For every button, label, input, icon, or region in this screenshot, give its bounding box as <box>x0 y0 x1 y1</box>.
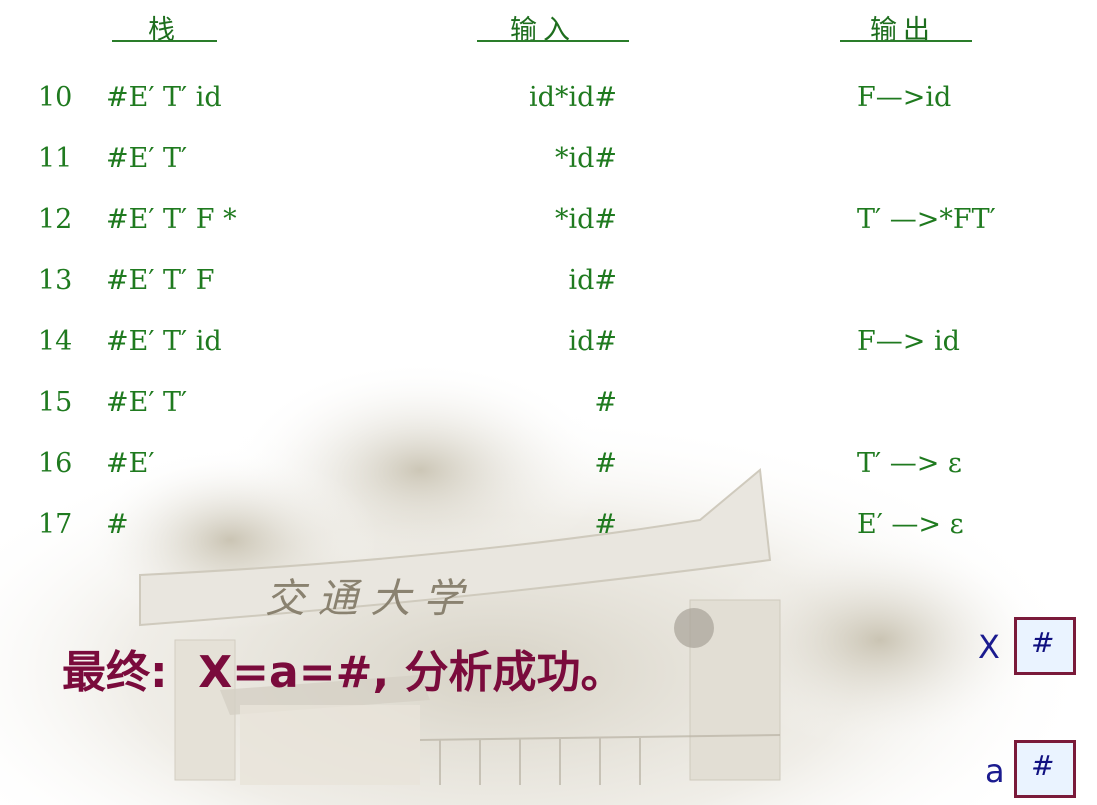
row-step: 10 <box>38 82 73 113</box>
row-stack: #E′ T′ id <box>106 326 222 357</box>
row-step: 12 <box>38 204 73 235</box>
row-output: T′ —> ε <box>857 448 962 479</box>
row-input: # <box>594 387 617 418</box>
row-input: *id# <box>554 204 617 235</box>
header-stack-underline <box>112 40 217 42</box>
row-step: 13 <box>38 265 73 296</box>
register-value-a: # <box>1031 749 1055 782</box>
row-input: *id# <box>554 143 617 174</box>
row-input: id*id# <box>529 82 617 113</box>
row-input: # <box>594 448 617 479</box>
gate-inscription: 交 通 大 学 <box>265 576 467 622</box>
row-stack: #E′ T′ id <box>106 82 222 113</box>
row-input: id# <box>568 326 617 357</box>
header-output-underline <box>840 40 972 42</box>
row-output: T′ —>*FT′ <box>857 204 996 235</box>
row-stack: #E′ T′ F <box>106 265 215 296</box>
register-box-x: # <box>1014 617 1076 675</box>
row-output: E′ —> ε <box>857 509 964 540</box>
row-step: 17 <box>38 509 73 540</box>
row-output: F—>id <box>857 82 952 113</box>
row-stack: # <box>106 509 129 540</box>
row-output: F—> id <box>857 326 960 357</box>
row-input: # <box>594 509 617 540</box>
row-stack: #E′ <box>106 448 155 479</box>
row-step: 15 <box>38 387 73 418</box>
header-input-underline <box>477 40 629 42</box>
row-stack: #E′ T′ <box>106 143 188 174</box>
row-input: id# <box>568 265 617 296</box>
row-stack: #E′ T′ <box>106 387 188 418</box>
row-step: 16 <box>38 448 73 479</box>
register-box-a: # <box>1014 740 1076 798</box>
register-value-x: # <box>1031 626 1055 659</box>
final-result: 最终: X=a=#, 分析成功。 <box>62 647 625 698</box>
row-stack: #E′ T′ F * <box>106 204 237 235</box>
row-step: 11 <box>38 143 73 174</box>
register-label-x: X <box>978 628 1000 666</box>
register-label-a: a <box>985 752 1005 790</box>
row-step: 14 <box>38 326 73 357</box>
